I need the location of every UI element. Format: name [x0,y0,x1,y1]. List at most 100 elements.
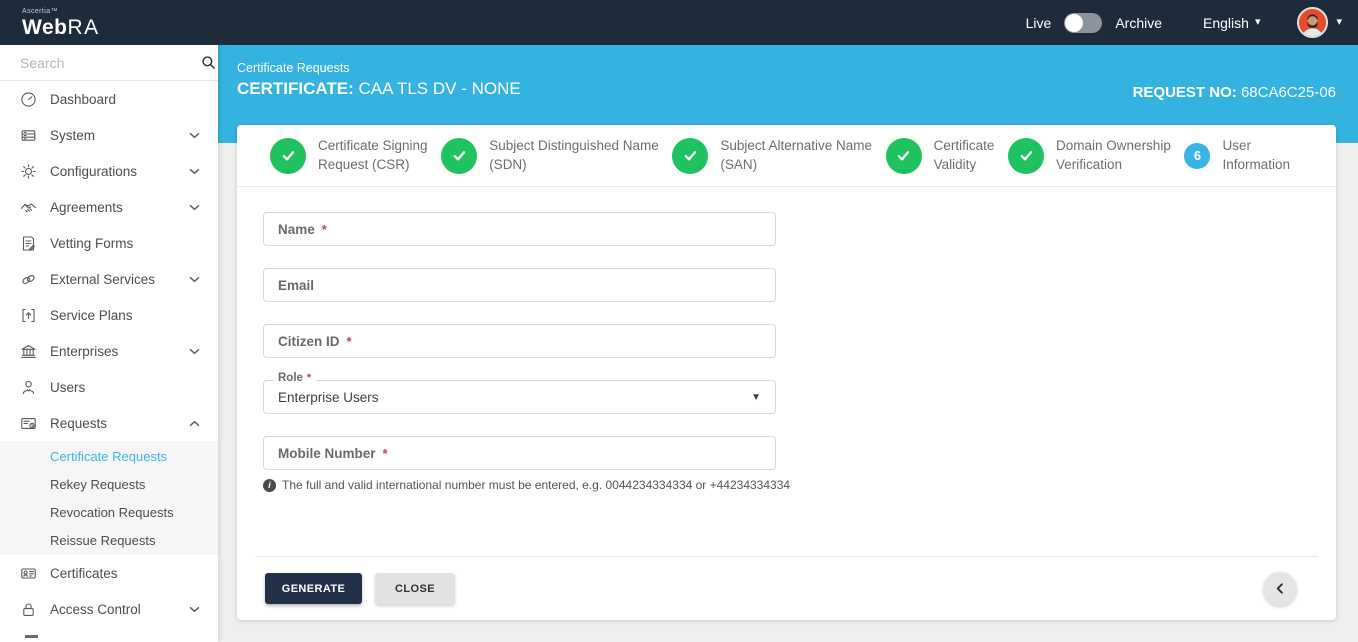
step-user-information[interactable]: 6 User Information [1184,137,1290,175]
chevron-down-icon [189,606,200,612]
language-selector[interactable]: English ▾ [1203,15,1260,31]
sidebar-item-label: System [50,127,96,143]
sidebar-item-certificates[interactable]: Certificates [0,555,218,591]
brand-title: WebRA [22,17,100,38]
role-label-text: Role [278,372,303,384]
certificate-badge-icon [21,567,36,579]
sidebar-item-service-plans[interactable]: Service Plans [0,297,218,333]
chevron-up-icon [189,420,200,426]
step-sdn[interactable]: Subject Distinguished Name (SDN) [441,137,659,175]
navbar-actions: Live Archive English ▾ ▾ [1026,7,1342,38]
close-button[interactable]: CLOSE [375,573,455,604]
sidebar-item-partial[interactable] [0,635,218,638]
mobile-number-hint: i The full and valid international numbe… [263,478,1336,492]
step-san[interactable]: Subject Alternative Name (SAN) [672,137,872,175]
step-label-line1: User [1222,137,1251,153]
submenu-item-label: Revocation Requests [50,504,174,520]
sidebar-item-label: Access Control [50,601,141,617]
sidebar: Dashboard System Configurations Agreemen… [0,45,218,642]
step-label-line2: Request (CSR) [318,156,410,172]
sidebar-item-enterprises[interactable]: Enterprises [0,333,218,369]
brand-bold: Web [22,15,68,39]
sidebar-item-agreements[interactable]: Agreements [0,189,218,225]
sidebar-item-vetting-forms[interactable]: Vetting Forms [0,225,218,261]
link-icon [22,274,35,284]
sidebar-item-reissue-requests[interactable]: Reissue Requests [0,526,218,554]
main-content: Certificate Requests CERTIFICATE: CAA TL… [218,45,1358,642]
required-asterisk: * [382,445,388,461]
role-select[interactable]: Role * Enterprise Users ▼ [263,372,776,414]
page-title-label: CERTIFICATE: [237,79,354,98]
app-logo[interactable]: Ascertia™ WebRA [22,8,100,38]
user-icon [22,380,35,394]
step-label-line1: Subject Alternative Name [720,137,872,153]
document-pencil-icon [22,235,35,251]
requests-submenu: Certificate Requests Rekey Requests Revo… [0,441,218,555]
sidebar-item-users[interactable]: Users [0,369,218,405]
gear-icon [21,163,36,179]
info-icon: i [263,478,276,492]
email-field[interactable]: Email [263,268,776,302]
sidebar-item-external-services[interactable]: External Services [0,261,218,297]
sidebar-item-label: Service Plans [50,307,133,323]
sidebar-item-system[interactable]: System [0,117,218,153]
sidebar-item-requests[interactable]: Requests [0,405,218,441]
live-archive-toggle[interactable] [1064,12,1103,33]
search-input[interactable] [20,54,201,71]
avatar [1297,7,1329,38]
email-field-label: Email [278,277,315,293]
chevron-down-icon [189,132,200,138]
citizen-id-field[interactable]: Citizen ID * [263,324,776,358]
sidebar-item-revocation-requests[interactable]: Revocation Requests [0,498,218,526]
brand-tagline: Ascertia™ [22,7,58,15]
step-certificate-validity[interactable]: Certificate Validity [885,137,995,175]
generate-button[interactable]: GENERATE [265,573,362,604]
sidebar-item-label: Requests [50,415,108,431]
required-asterisk: * [321,221,327,237]
sidebar-item-label: Configurations [50,163,138,179]
brand-light: RA [67,15,100,39]
chevron-down-icon [189,204,200,210]
sidebar-item-label: Vetting Forms [50,235,134,251]
search-icon[interactable] [201,55,216,70]
user-menu[interactable]: ▾ [1297,7,1342,38]
sidebar-item-configurations[interactable]: Configurations [0,153,218,189]
mobile-number-field[interactable]: Mobile Number * [263,436,776,470]
request-number-value: 68CA6C25-06 [1240,84,1336,101]
mobile-number-field-label: Mobile Number [278,445,376,461]
sidebar-item-dashboard[interactable]: Dashboard [0,81,218,117]
step-label-line2: (SDN) [489,156,527,172]
wizard-stepper: Certificate Signing Request (CSR) Subjec… [237,125,1336,187]
step-label-line1: Subject Distinguished Name [489,137,659,153]
caret-down-icon: ▾ [1254,16,1261,28]
caret-down-icon: ▾ [1336,16,1342,28]
step-label: Domain Ownership Verification [1056,137,1171,175]
submenu-item-label: Certificate Requests [50,448,168,464]
step-domain-ownership[interactable]: Domain Ownership Verification [1008,137,1171,175]
chevron-down-icon [189,348,200,354]
archive-label: Archive [1115,14,1163,31]
sidebar-item-access-control[interactable]: Access Control [0,591,218,627]
avatar-face-icon [1299,9,1327,36]
name-field[interactable]: Name * [263,212,776,246]
step-label-line2: Verification [1056,156,1123,172]
sidebar-item-certificate-requests[interactable]: Certificate Requests [0,442,218,470]
request-card-icon [21,417,36,429]
card-footer: GENERATE CLOSE [265,557,1314,620]
sidebar-menu: Dashboard System Configurations Agreemen… [0,81,218,638]
step-done-check-icon [1008,137,1045,174]
chevron-down-icon [189,168,200,174]
user-information-form: Name * Email Citizen ID * Role * Enterpri… [237,187,1336,492]
required-asterisk: * [346,333,352,349]
back-button[interactable] [1263,571,1297,606]
step-done-check-icon [672,137,709,174]
step-label-line1: Certificate [933,137,995,153]
step-label-line2: (SAN) [720,156,758,172]
mobile-number-hint-text: The full and valid international number … [282,478,791,492]
step-csr[interactable]: Certificate Signing Request (CSR) [270,137,428,175]
sidebar-item-rekey-requests[interactable]: Rekey Requests [0,470,218,498]
live-label: Live [1025,14,1052,31]
step-done-check-icon [270,137,306,174]
role-label: Role * [273,372,317,385]
step-done-check-icon [885,137,922,174]
